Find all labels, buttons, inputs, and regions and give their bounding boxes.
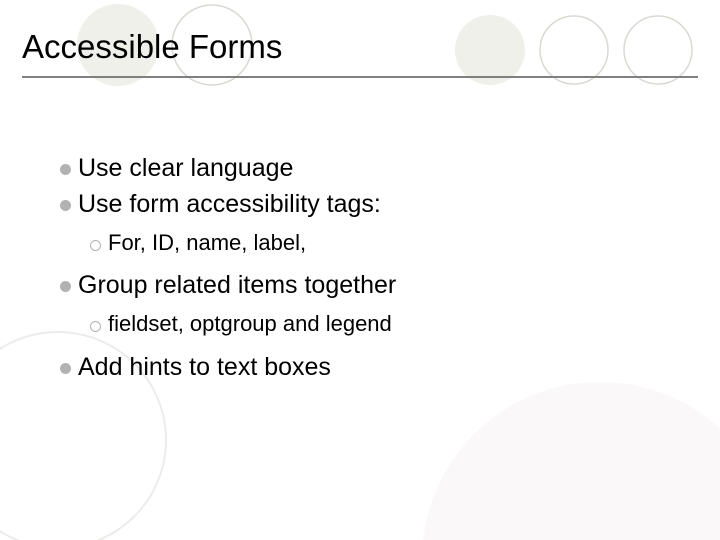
slide-content: Use clear language Use form accessibilit… (60, 152, 396, 386)
slide-title: Accessible Forms (22, 28, 282, 66)
bullet-solid-icon (60, 200, 71, 211)
bullet-text: Group related items together (78, 269, 396, 303)
bullet-solid-icon (60, 281, 71, 292)
bullet-hollow-icon (90, 240, 101, 251)
bullet-text: Use clear language (78, 152, 293, 186)
bullet-text: Add hints to text boxes (78, 351, 331, 385)
bullet-item: Group related items together (60, 269, 396, 303)
bullet-solid-icon (60, 363, 71, 374)
bullet-solid-icon (60, 164, 71, 175)
bullet-hollow-icon (90, 321, 101, 332)
sub-bullet-text: For, ID, name, label, (108, 228, 306, 258)
circle-icon (420, 380, 720, 540)
sub-bullet-item: fieldset, optgroup and legend (90, 309, 396, 339)
bullet-item: Use form accessibility tags: (60, 188, 396, 222)
bullet-item: Add hints to text boxes (60, 351, 396, 385)
bullet-text: Use form accessibility tags: (78, 188, 381, 222)
title-underline (22, 76, 698, 78)
sub-bullet-text: fieldset, optgroup and legend (108, 309, 392, 339)
bullet-item: Use clear language (60, 152, 396, 186)
sub-bullet-item: For, ID, name, label, (90, 228, 396, 258)
